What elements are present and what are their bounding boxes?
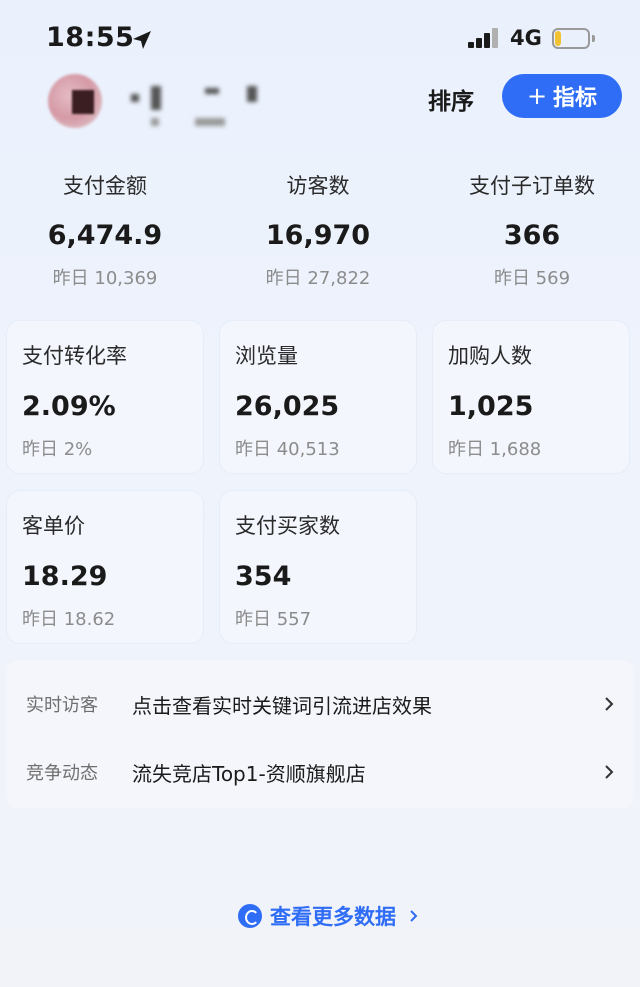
card-value: 26,025 (235, 391, 340, 422)
add-metric-label: 指标 (553, 86, 598, 111)
metric-yesterday: 昨日 10,369 (52, 268, 158, 289)
row-value: 点击查看实时关键词引流进店效果 (132, 693, 432, 718)
clock: 18:55 (46, 22, 135, 53)
card-value: 18.29 (22, 561, 108, 592)
metric-value: 6,474.9 (47, 220, 163, 251)
card-avg-order-value[interactable]: 客单价 18.29 昨日 18.62 (6, 490, 204, 644)
metric-yesterday: 昨日 27,822 (265, 268, 371, 289)
card-label: 客单价 (22, 514, 85, 538)
row-realtime-visitors[interactable]: 实时访客 点击查看实时关键词引流进店效果 (6, 676, 634, 732)
card-value: 1,025 (448, 391, 534, 422)
card-yesterday: 昨日 18.62 (22, 609, 116, 630)
metric-sub-orders[interactable]: 支付子订单数 366 昨日 569 (432, 170, 632, 293)
location-arrow-icon (133, 31, 151, 49)
chevron-right-icon (410, 910, 418, 922)
metric-label: 访客数 (286, 174, 350, 198)
signal-icon (468, 28, 500, 48)
row-value: 流失竞店Top1-资顺旗舰店 (132, 761, 366, 786)
metric-visitors[interactable]: 访客数 16,970 昨日 27,822 (218, 170, 418, 293)
status-bar: 18:55 4G (0, 0, 640, 78)
avatar-blur-mark (72, 90, 94, 114)
compass-icon (238, 904, 262, 928)
card-page-views[interactable]: 浏览量 26,025 昨日 40,513 (219, 320, 417, 474)
card-yesterday: 昨日 40,513 (235, 439, 340, 460)
insights-panel: 实时访客 点击查看实时关键词引流进店效果 竞争动态 流失竞店Top1-资顺旗舰店 (6, 660, 634, 808)
shop-name-redacted (125, 84, 275, 128)
view-more-data-link[interactable]: 查看更多数据 (238, 898, 420, 934)
card-yesterday: 昨日 2% (22, 439, 93, 460)
card-yesterday: 昨日 1,688 (448, 439, 542, 460)
metric-value: 16,970 (265, 220, 371, 251)
chevron-right-icon (605, 697, 614, 711)
row-competition[interactable]: 竞争动态 流失竞店Top1-资顺旗舰店 (6, 744, 634, 800)
card-paying-buyers[interactable]: 支付买家数 354 昨日 557 (219, 490, 417, 644)
card-conversion-rate[interactable]: 支付转化率 2.09% 昨日 2% (6, 320, 204, 474)
network-type: 4G (510, 26, 542, 50)
card-value: 2.09% (22, 391, 116, 422)
chevron-right-icon (605, 765, 614, 779)
battery-icon (552, 28, 596, 49)
row-key: 竞争动态 (26, 763, 98, 784)
card-label: 支付买家数 (235, 514, 340, 538)
metric-value: 366 (503, 220, 561, 251)
card-label: 支付转化率 (22, 344, 127, 368)
row-key: 实时访客 (26, 695, 98, 716)
card-add-to-cart[interactable]: 加购人数 1,025 昨日 1,688 (432, 320, 630, 474)
card-value: 354 (235, 561, 292, 592)
metric-label: 支付子订单数 (469, 174, 595, 198)
metric-payment-amount[interactable]: 支付金额 6,474.9 昨日 10,369 (5, 170, 205, 293)
card-yesterday: 昨日 557 (235, 609, 312, 630)
metric-label: 支付金额 (63, 174, 147, 198)
view-more-label: 查看更多数据 (270, 905, 396, 929)
metric-yesterday: 昨日 569 (493, 268, 571, 289)
sort-button[interactable]: 排序 (428, 82, 474, 116)
card-label: 浏览量 (235, 344, 298, 368)
card-label: 加购人数 (448, 344, 532, 368)
add-metric-button[interactable]: + 指标 (502, 74, 622, 118)
plus-icon: + (526, 82, 548, 110)
